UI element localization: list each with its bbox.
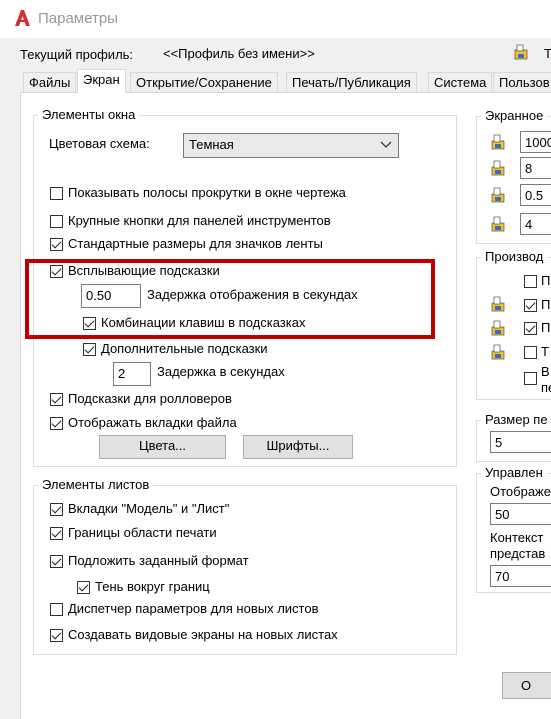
crosshair-size-title: Размер пе bbox=[481, 412, 551, 427]
ok-button[interactable]: O bbox=[502, 672, 551, 699]
large-buttons-label: Крупные кнопки для панелей инструментов bbox=[68, 213, 331, 228]
profile-value: <<Профиль без имени>> bbox=[163, 46, 315, 61]
in-place-edit-label: Контекст bbox=[490, 530, 544, 545]
highlight-frame bbox=[25, 259, 435, 339]
print-area-label: Границы области печати bbox=[68, 525, 217, 540]
model-layout-tabs-checkbox[interactable] bbox=[50, 503, 63, 516]
window-elements-title: Элементы окна bbox=[38, 107, 140, 122]
color-scheme-label: Цветовая схема: bbox=[49, 136, 150, 151]
perf-option-1-checkbox[interactable] bbox=[524, 275, 537, 288]
window-title: Параметры bbox=[38, 10, 118, 27]
perf-option-2-label: П bbox=[541, 297, 551, 312]
perf-option-1-label: П bbox=[541, 273, 551, 288]
color-scheme-value: Темная bbox=[189, 137, 234, 152]
drawing-setting-icon bbox=[491, 187, 505, 203]
drawing-setting-icon bbox=[491, 320, 505, 336]
create-viewports-checkbox[interactable] bbox=[50, 629, 63, 642]
paper-background-label: Подложить заданный формат bbox=[68, 553, 249, 568]
perf-option-4-label: Т bbox=[541, 344, 549, 359]
color-scheme-select[interactable]: Темная bbox=[183, 133, 399, 158]
display-resolution-title: Экранное bbox=[481, 108, 548, 123]
model-layout-tabs-label: Вкладки "Модель" и "Лист" bbox=[68, 501, 230, 516]
extended-tooltips-checkbox[interactable] bbox=[83, 343, 96, 356]
drawing-setting-icon bbox=[491, 296, 505, 312]
xref-display-input[interactable]: 50 bbox=[490, 503, 551, 525]
drawing-setting-icon bbox=[491, 134, 505, 150]
layout-elements-title: Элементы листов bbox=[38, 477, 154, 492]
chevron-down-icon bbox=[380, 137, 392, 154]
rollover-label: Подсказки для ролловеров bbox=[68, 391, 232, 406]
perf-option-2-checkbox[interactable] bbox=[524, 299, 537, 312]
file-tabs-label: Отображать вкладки файла bbox=[68, 415, 237, 430]
crosshair-size-input[interactable]: 5 bbox=[490, 431, 551, 453]
in-place-edit-input[interactable]: 70 bbox=[490, 565, 551, 587]
scrollbars-checkbox[interactable] bbox=[50, 187, 63, 200]
profile-icon bbox=[514, 44, 530, 60]
profile-label: Текущий профиль: bbox=[20, 47, 134, 62]
tab-system[interactable]: Система bbox=[428, 72, 493, 92]
perf-option-4-checkbox[interactable] bbox=[524, 346, 537, 359]
autocad-logo-icon bbox=[12, 8, 32, 28]
contour-lines-input[interactable]: 4 bbox=[520, 213, 551, 235]
xref-display-label: Отображе bbox=[490, 484, 551, 499]
extended-delay-label: Задержка в секундах bbox=[157, 364, 285, 379]
tab-user[interactable]: Пользов bbox=[493, 72, 551, 92]
large-buttons-checkbox[interactable] bbox=[50, 215, 63, 228]
rollover-checkbox[interactable] bbox=[50, 393, 63, 406]
paper-background-checkbox[interactable] bbox=[50, 555, 63, 568]
create-viewports-label: Создавать видовые экраны на новых листах bbox=[68, 627, 338, 642]
tab-files[interactable]: Файлы bbox=[23, 72, 77, 92]
tab-plot-publish[interactable]: Печать/Публикация bbox=[286, 72, 417, 92]
perf-option-5-label: В bbox=[541, 364, 550, 379]
ribbon-icons-label: Стандартные размеры для значков ленты bbox=[68, 236, 323, 251]
file-tabs-checkbox[interactable] bbox=[50, 417, 63, 430]
perf-option-5-checkbox[interactable] bbox=[524, 372, 537, 385]
display-performance-title: Производ bbox=[481, 249, 548, 264]
rendered-smoothness-input[interactable]: 0.5 bbox=[520, 184, 551, 206]
page-setup-manager-label: Диспетчер параметров для новых листов bbox=[68, 601, 319, 616]
fade-control-title: Управлен bbox=[481, 465, 547, 480]
tab-display[interactable]: Экран bbox=[77, 69, 126, 93]
arc-smoothness-input[interactable]: 1000 bbox=[520, 131, 551, 153]
perf-option-5-label-cont: пе bbox=[541, 380, 551, 395]
tab-open-save[interactable]: Открытие/Сохранение bbox=[130, 72, 278, 92]
ribbon-icons-checkbox[interactable] bbox=[50, 238, 63, 251]
segments-polyline-input[interactable]: 8 bbox=[520, 157, 551, 179]
in-place-edit-label-cont: представ bbox=[490, 546, 546, 561]
paper-shadow-label: Тень вокруг границ bbox=[95, 579, 210, 594]
display-performance-group: Производ bbox=[476, 249, 551, 400]
page-setup-manager-checkbox[interactable] bbox=[50, 603, 63, 616]
profile-drawing-label: Т bbox=[544, 46, 551, 61]
drawing-setting-icon bbox=[491, 216, 505, 232]
drawing-setting-icon bbox=[491, 344, 505, 360]
scrollbars-label: Показывать полосы прокрутки в окне черте… bbox=[68, 185, 346, 200]
extended-tooltips-label: Дополнительные подсказки bbox=[101, 341, 268, 356]
perf-option-3-label: П bbox=[541, 320, 551, 335]
fonts-button[interactable]: Шрифты... bbox=[243, 435, 353, 459]
extended-delay-input[interactable]: 2 bbox=[113, 362, 151, 386]
drawing-setting-icon bbox=[491, 160, 505, 176]
paper-shadow-checkbox[interactable] bbox=[77, 581, 90, 594]
print-area-checkbox[interactable] bbox=[50, 527, 63, 540]
colors-button[interactable]: Цвета... bbox=[99, 435, 226, 459]
perf-option-3-checkbox[interactable] bbox=[524, 322, 537, 335]
